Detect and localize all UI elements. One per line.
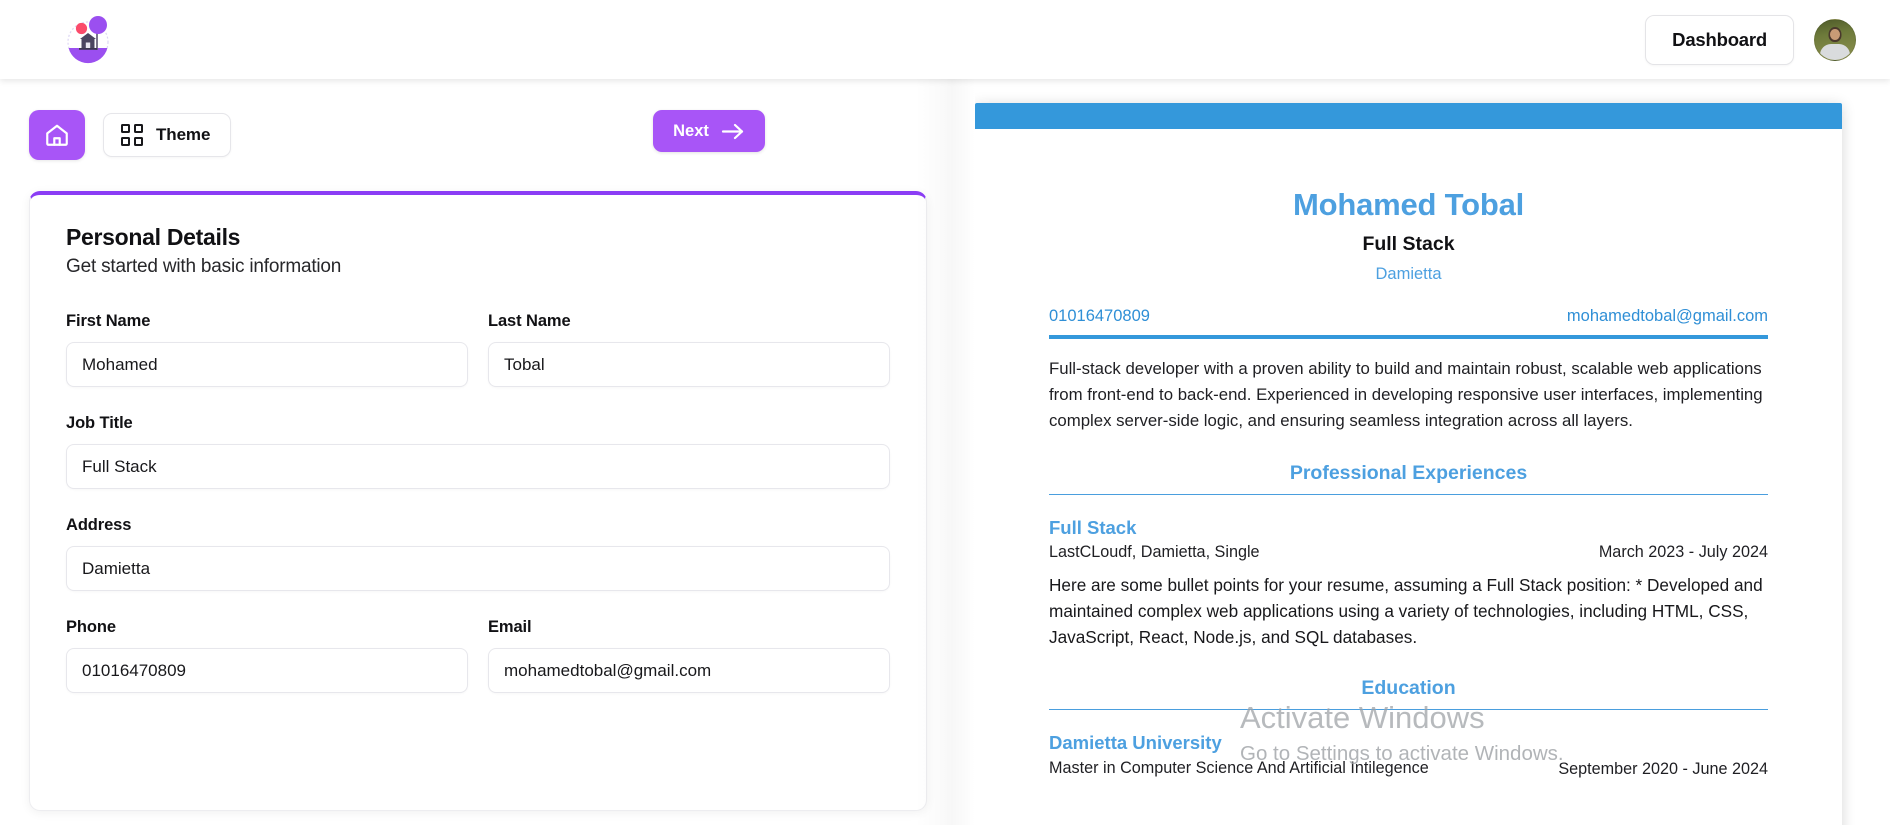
next-button[interactable]: Next [653, 110, 765, 152]
experience-date: March 2023 - July 2024 [1598, 543, 1768, 562]
personal-details-card: Personal Details Get started with basic … [29, 191, 927, 811]
last-name-input[interactable] [488, 342, 890, 387]
editor-toolbar: Theme Next [29, 110, 945, 160]
first-name-field: First Name [66, 312, 468, 387]
education-meta-row: Master in Computer Science And Artificia… [1049, 758, 1768, 780]
last-name-field: Last Name [488, 312, 890, 387]
experience-company: LastCLoudf, Damietta, Single [1049, 543, 1260, 562]
brand-logo-icon[interactable] [60, 12, 116, 68]
email-field: Email [488, 618, 890, 693]
theme-button-label: Theme [156, 125, 211, 144]
resume-experience-heading: Professional Experiences [1289, 461, 1528, 484]
education-date: September 2020 - June 2024 [1558, 760, 1768, 779]
resume-email: mohamedtobal@gmail.com [1566, 307, 1768, 325]
job-title-label: Job Title [66, 414, 133, 432]
dashboard-button[interactable]: Dashboard [1645, 14, 1794, 65]
address-input[interactable] [66, 546, 890, 591]
page-body: Theme Next Personal Details Get started … [0, 79, 1890, 825]
address-field: Address [66, 516, 890, 591]
theme-button[interactable]: Theme [103, 113, 232, 157]
contact-field-row: Phone Email [66, 618, 890, 693]
next-button-label: Next [673, 121, 709, 140]
first-name-label: First Name [66, 312, 151, 330]
avatar-face [1830, 29, 1840, 41]
arrow-right-icon [721, 123, 743, 139]
resume-role: Full Stack [1362, 233, 1455, 255]
resume-phone: 01016470809 [1049, 307, 1150, 325]
resume-experience-rule [1049, 493, 1768, 496]
resume-contact-rule [1049, 335, 1768, 339]
resume-document[interactable]: Mohamed Tobal Full Stack Damietta 010164… [975, 103, 1842, 825]
avatar-body [1820, 43, 1850, 60]
form-subtitle: Get started with basic information [66, 256, 342, 277]
form-editor-panel: Theme Next Personal Details Get started … [0, 79, 975, 825]
address-label: Address [66, 516, 132, 534]
resume-preview-panel: Mohamed Tobal Full Stack Damietta 010164… [975, 79, 1890, 825]
email-label: Email [488, 618, 532, 636]
education-school: Damietta University [1049, 732, 1222, 754]
avatar[interactable] [1814, 18, 1856, 61]
first-name-input[interactable] [66, 342, 468, 387]
resume-summary: Full-stack developer with a proven abili… [1049, 358, 1763, 430]
resume-name: Mohamed Tobal [1292, 187, 1525, 222]
name-field-row: First Name Last Name [66, 312, 890, 387]
resume-accent-bar [975, 103, 1842, 129]
form-title: Personal Details [66, 224, 241, 250]
resume-education-item: Damietta University Master in Computer S… [1049, 732, 1768, 780]
phone-field: Phone [66, 618, 468, 693]
resume-experience-item: Full Stack LastCLoudf, Damietta, Single … [1049, 517, 1768, 650]
email-input[interactable] [488, 648, 890, 693]
job-title-input[interactable] [66, 444, 890, 489]
resume-location: Damietta [1375, 265, 1442, 283]
last-name-label: Last Name [488, 312, 571, 330]
resume-contact-row: 01016470809 mohamedtobal@gmail.com [1049, 307, 1768, 335]
job-title-field: Job Title [66, 414, 890, 489]
home-icon [46, 124, 68, 146]
resume-education-heading: Education [1361, 676, 1456, 699]
resume-content: Mohamed Tobal Full Stack Damietta 010164… [975, 129, 1842, 820]
address-field-row: Address [66, 516, 890, 591]
phone-label: Phone [66, 618, 116, 636]
header-actions: Dashboard [1645, 14, 1856, 65]
app-header: Dashboard [0, 0, 1890, 79]
experience-meta-row: LastCLoudf, Damietta, Single March 2023 … [1049, 543, 1768, 562]
job-title-field-row: Job Title [66, 414, 890, 489]
experience-description: Here are some bullet points for your res… [1049, 575, 1763, 648]
experience-title: Full Stack [1049, 517, 1137, 539]
education-degree: Master in Computer Science And Artificia… [1049, 759, 1429, 778]
phone-input[interactable] [66, 648, 468, 693]
resume-education-rule [1049, 708, 1768, 711]
grid-icon [121, 124, 143, 146]
home-button[interactable] [29, 110, 85, 160]
